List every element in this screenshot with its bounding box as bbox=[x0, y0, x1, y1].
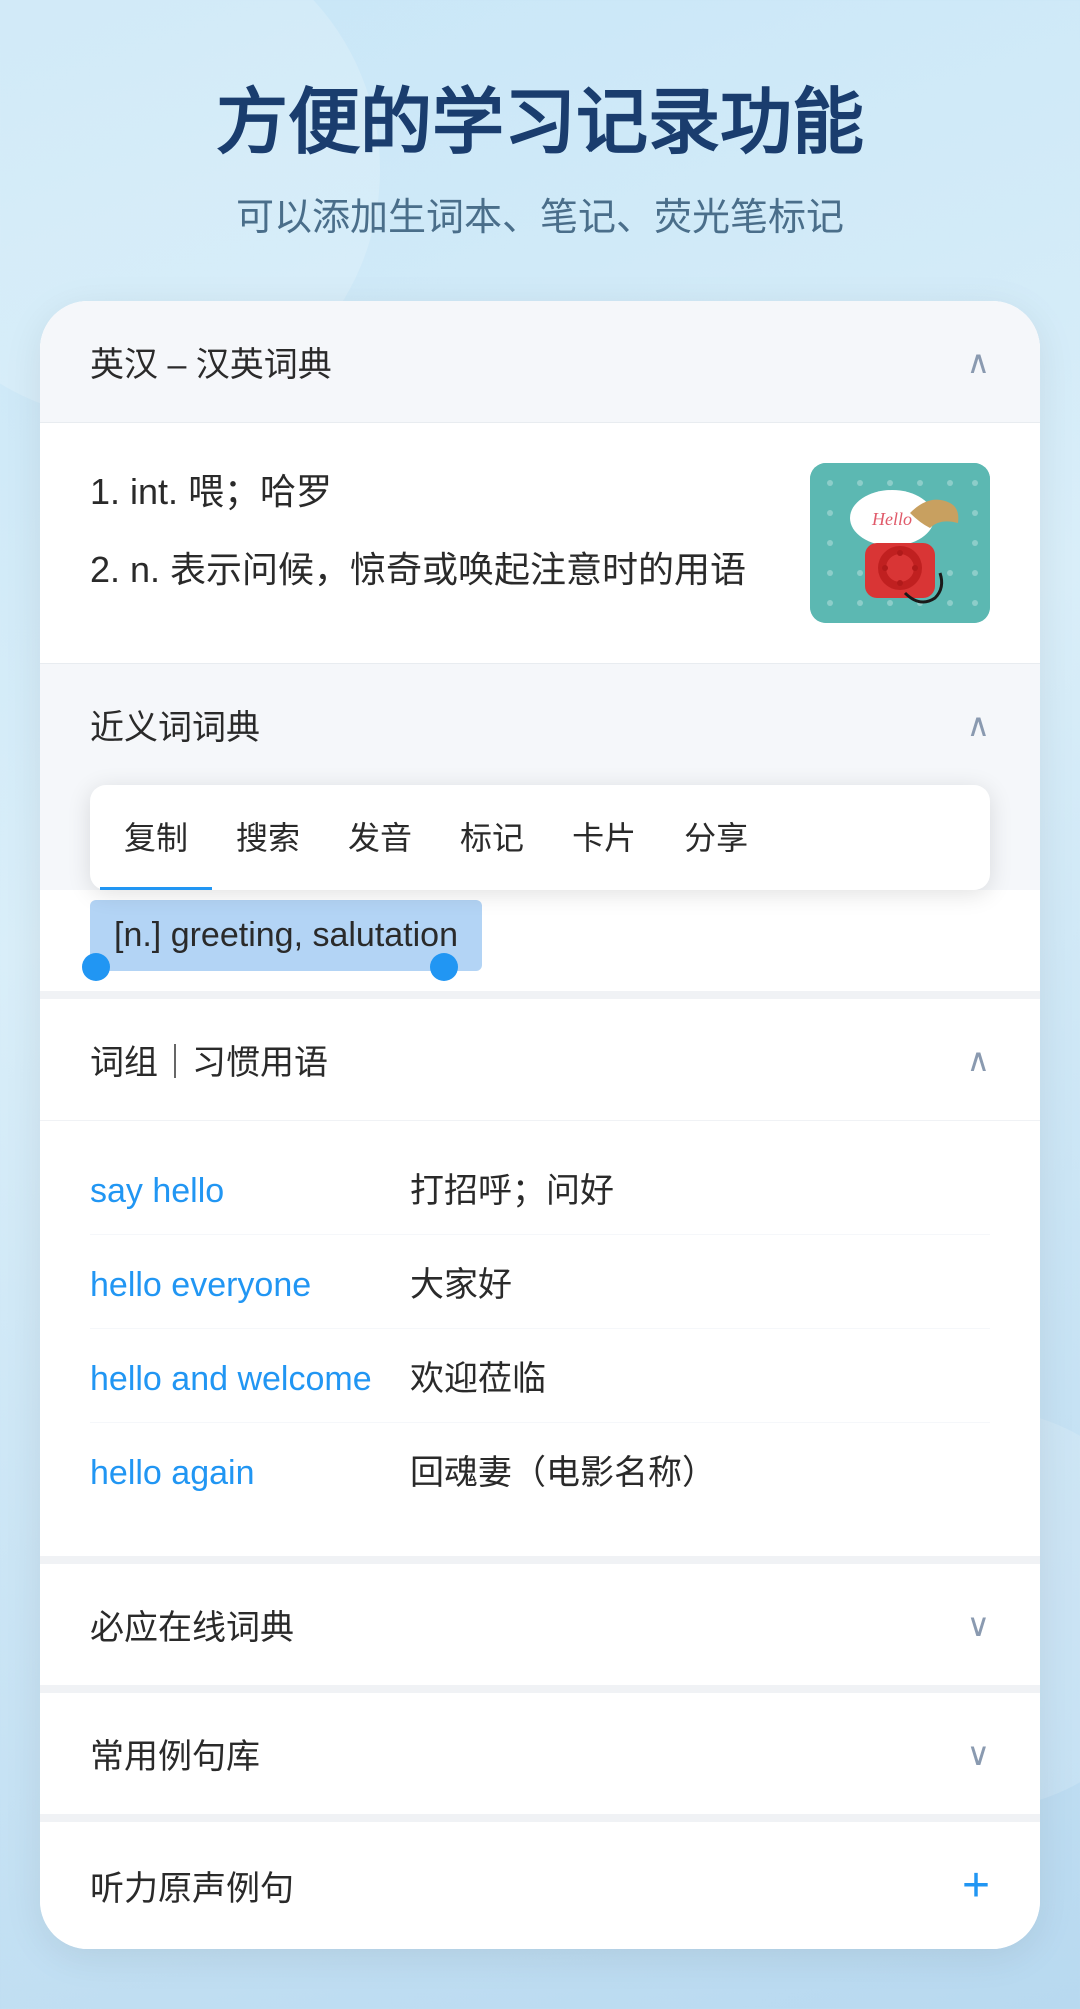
phrases-section: 词组｜习惯用语 ∧ say hello 打招呼；问好 hello everyon… bbox=[40, 991, 1040, 1556]
selection-handle-right bbox=[430, 953, 458, 981]
phrase-item[interactable]: hello and welcome 欢迎莅临 bbox=[90, 1329, 990, 1423]
svg-text:Hello: Hello bbox=[871, 509, 912, 529]
phrase-zh-3: 欢迎莅临 bbox=[410, 1351, 546, 1400]
main-card: 英汉 – 汉英词典 ∧ 1. int. 喂；哈罗 2. n. 表示问候，惊奇或唤… bbox=[40, 301, 1040, 1949]
context-menu-mark[interactable]: 标记 bbox=[436, 785, 548, 890]
page-title: 方便的学习记录功能 bbox=[40, 80, 1040, 166]
phrases-list: say hello 打招呼；问好 hello everyone 大家好 hell… bbox=[40, 1121, 1040, 1556]
phrases-section-header[interactable]: 词组｜习惯用语 ∧ bbox=[40, 999, 1040, 1121]
phrase-en-1: say hello bbox=[90, 1172, 390, 1211]
dict-section-header[interactable]: 英汉 – 汉英词典 ∧ bbox=[40, 301, 1040, 423]
synonyms-section-title: 近义词词典 bbox=[90, 700, 260, 749]
page-subtitle: 可以添加生词本、笔记、荧光笔标记 bbox=[40, 186, 1040, 241]
synonyms-chevron-icon: ∧ bbox=[967, 706, 990, 744]
phrase-zh-1: 打招呼；问好 bbox=[410, 1163, 614, 1212]
selected-text-highlight: [n.] greeting, salutation bbox=[90, 900, 482, 971]
definition-1: 1. int. 喂；哈罗 bbox=[90, 463, 780, 521]
context-menu-search[interactable]: 搜索 bbox=[212, 785, 324, 890]
dictionary-section: 英汉 – 汉英词典 ∧ 1. int. 喂；哈罗 2. n. 表示问候，惊奇或唤… bbox=[40, 301, 1040, 663]
sentences-section[interactable]: 常用例句库 ∨ bbox=[40, 1685, 1040, 1814]
phrase-zh-4: 回魂妻（电影名称） bbox=[410, 1445, 716, 1494]
biyingdict-chevron-icon: ∨ bbox=[967, 1606, 990, 1644]
audio-section[interactable]: 听力原声例句 + bbox=[40, 1814, 1040, 1949]
context-menu-pronounce[interactable]: 发音 bbox=[324, 785, 436, 890]
phrase-item[interactable]: hello everyone 大家好 bbox=[90, 1235, 990, 1329]
dict-section-title: 英汉 – 汉英词典 bbox=[90, 337, 332, 386]
definition-2: 2. n. 表示问候，惊奇或唤起注意时的用语 bbox=[90, 541, 780, 599]
biyingdict-section[interactable]: 必应在线词典 ∨ bbox=[40, 1556, 1040, 1685]
audio-plus-icon: + bbox=[962, 1858, 990, 1913]
biyingdict-title: 必应在线词典 bbox=[90, 1600, 294, 1649]
definition-card: 1. int. 喂；哈罗 2. n. 表示问候，惊奇或唤起注意时的用语 bbox=[40, 423, 1040, 663]
phrase-zh-2: 大家好 bbox=[410, 1257, 512, 1306]
selected-text-row: [n.] greeting, salutation bbox=[40, 890, 1040, 991]
synonyms-section: 近义词词典 ∧ 复制 搜索 发音 标记 卡片 分享 [n.] greeting,… bbox=[40, 663, 1040, 991]
context-menu-share[interactable]: 分享 bbox=[660, 785, 772, 890]
audio-title: 听力原声例句 bbox=[90, 1861, 294, 1910]
sentences-chevron-icon: ∨ bbox=[967, 1735, 990, 1773]
context-menu: 复制 搜索 发音 标记 卡片 分享 bbox=[90, 785, 990, 890]
sentences-title: 常用例句库 bbox=[90, 1729, 260, 1778]
synonyms-section-header[interactable]: 近义词词典 ∧ bbox=[40, 664, 1040, 785]
hello-illustration: Hello bbox=[810, 463, 990, 623]
header-section: 方便的学习记录功能 可以添加生词本、笔记、荧光笔标记 bbox=[40, 80, 1040, 241]
dict-chevron-icon: ∧ bbox=[967, 343, 990, 381]
selection-handle-left bbox=[82, 953, 110, 981]
phrase-en-2: hello everyone bbox=[90, 1266, 390, 1305]
phrases-section-title: 词组｜习惯用语 bbox=[90, 1035, 328, 1084]
context-menu-card[interactable]: 卡片 bbox=[548, 785, 660, 890]
definitions-list: 1. int. 喂；哈罗 2. n. 表示问候，惊奇或唤起注意时的用语 bbox=[90, 463, 780, 618]
phrase-item[interactable]: say hello 打招呼；问好 bbox=[90, 1141, 990, 1235]
phrase-item[interactable]: hello again 回魂妻（电影名称） bbox=[90, 1423, 990, 1516]
phrase-en-3: hello and welcome bbox=[90, 1360, 390, 1399]
phrases-chevron-icon: ∧ bbox=[967, 1041, 990, 1079]
phrase-en-4: hello again bbox=[90, 1454, 390, 1493]
context-menu-copy[interactable]: 复制 bbox=[100, 785, 212, 890]
